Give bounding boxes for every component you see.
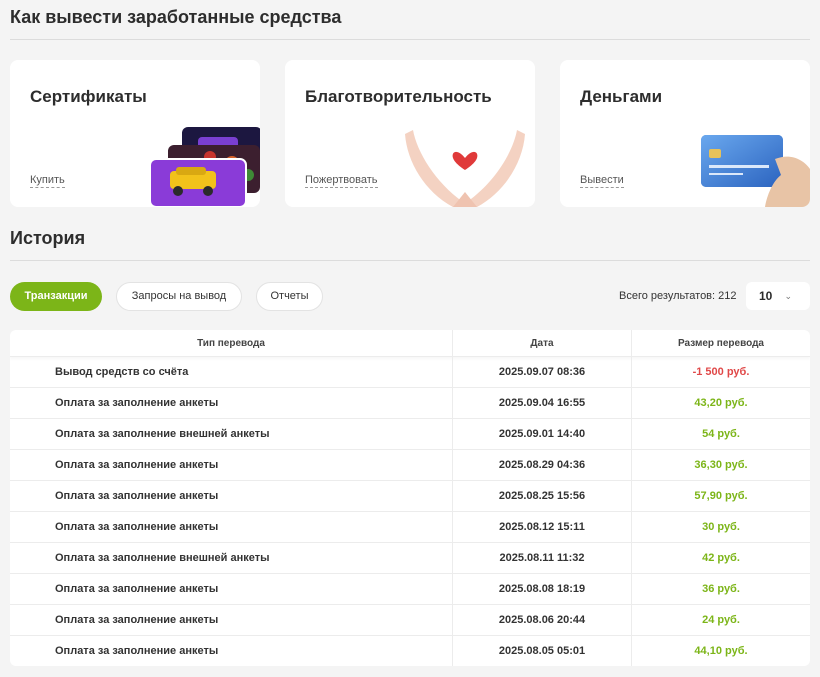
table-row: Оплата за заполнение анкеты 2025.09.04 16… <box>10 388 810 419</box>
cell-amount: 57,90 руб. <box>631 481 810 511</box>
gift-cards-image <box>149 127 260 207</box>
per-page-select[interactable]: 10 ⌄ <box>746 282 810 310</box>
table-row: Оплата за заполнение анкеты 2025.08.05 05… <box>10 636 810 666</box>
cell-date: 2025.08.08 18:19 <box>452 574 631 604</box>
money-card[interactable]: Деньгами Вывести <box>560 60 810 207</box>
card-title: Сертификаты <box>30 87 147 106</box>
history-title: История <box>10 228 86 248</box>
cell-type: Оплата за заполнение анкеты <box>55 459 219 471</box>
table-header: Тип перевода Дата Размер перевода <box>10 330 810 357</box>
table-row: Оплата за заполнение анкеты 2025.08.08 18… <box>10 574 810 605</box>
withdraw-link[interactable]: Вывести <box>580 174 624 188</box>
table-row: Оплата за заполнение внешней анкеты 2025.… <box>10 543 810 574</box>
cell-type: Оплата за заполнение анкеты <box>55 645 219 657</box>
cell-amount: 30 руб. <box>631 512 810 542</box>
cell-type: Оплата за заполнение внешней анкеты <box>55 552 270 564</box>
tab-transactions[interactable]: Транзакции <box>10 282 102 311</box>
cell-date: 2025.09.04 16:55 <box>452 388 631 418</box>
card-title: Деньгами <box>580 87 663 106</box>
table-row: Оплата за заполнение анкеты 2025.08.25 15… <box>10 481 810 512</box>
buy-link[interactable]: Купить <box>30 174 65 188</box>
divider <box>10 39 810 40</box>
table-row: Вывод средств со счёта 2025.09.07 08:36 -1… <box>10 357 810 388</box>
cell-date: 2025.09.01 14:40 <box>452 419 631 449</box>
cell-type: Оплата за заполнение анкеты <box>55 614 219 626</box>
table-row: Оплата за заполнение анкеты 2025.08.29 04… <box>10 450 810 481</box>
cell-date: 2025.08.06 20:44 <box>452 605 631 635</box>
cell-type: Оплата за заполнение анкеты <box>55 490 219 502</box>
table-row: Оплата за заполнение внешней анкеты 2025.… <box>10 419 810 450</box>
tab-withdraw-requests[interactable]: Запросы на вывод <box>116 282 242 311</box>
hands-heart-image <box>405 130 525 207</box>
table-row: Оплата за заполнение анкеты 2025.08.12 15… <box>10 512 810 543</box>
cell-date: 2025.08.25 15:56 <box>452 481 631 511</box>
cell-date: 2025.09.07 08:36 <box>452 357 631 387</box>
cell-amount: 44,10 руб. <box>631 636 810 666</box>
divider <box>10 260 810 261</box>
charity-card[interactable]: Благотворительность Пожертвовать <box>285 60 535 207</box>
table-body: Вывод средств со счёта 2025.09.07 08:36 -1… <box>10 357 810 666</box>
cell-amount: -1 500 руб. <box>631 357 810 387</box>
card-title: Благотворительность <box>305 87 492 106</box>
cell-type: Оплата за заполнение анкеты <box>55 397 219 409</box>
column-header-date: Дата <box>452 330 631 356</box>
certificates-card[interactable]: Сертификаты Купить <box>10 60 260 207</box>
cell-amount: 43,20 руб. <box>631 388 810 418</box>
bank-card-image <box>701 135 810 207</box>
cell-type: Оплата за заполнение анкеты <box>55 583 219 595</box>
total-results: Всего результатов: 212 <box>619 290 737 302</box>
cell-date: 2025.08.12 15:11 <box>452 512 631 542</box>
cell-amount: 54 руб. <box>631 419 810 449</box>
column-header-amount: Размер перевода <box>631 330 810 356</box>
cell-amount: 42 руб. <box>631 543 810 573</box>
withdraw-section-title: Как вывести заработанные средства <box>10 7 342 27</box>
cell-date: 2025.08.11 11:32 <box>452 543 631 573</box>
donate-link[interactable]: Пожертвовать <box>305 174 378 188</box>
cell-amount: 24 руб. <box>631 605 810 635</box>
chevron-down-icon: ⌄ <box>784 291 792 301</box>
cell-type: Оплата за заполнение анкеты <box>55 521 219 533</box>
cell-amount: 36 руб. <box>631 574 810 604</box>
per-page-value: 10 <box>759 289 773 303</box>
column-header-type: Тип перевода <box>197 338 265 349</box>
cell-date: 2025.08.29 04:36 <box>452 450 631 480</box>
tab-reports[interactable]: Отчеты <box>256 282 323 311</box>
cell-amount: 36,30 руб. <box>631 450 810 480</box>
cell-type: Оплата за заполнение внешней анкеты <box>55 428 270 440</box>
cell-type: Вывод средств со счёта <box>55 366 189 378</box>
transactions-table: Тип перевода Дата Размер перевода Вывод … <box>10 330 810 666</box>
table-row: Оплата за заполнение анкеты 2025.08.06 20… <box>10 605 810 636</box>
cell-date: 2025.08.05 05:01 <box>452 636 631 666</box>
